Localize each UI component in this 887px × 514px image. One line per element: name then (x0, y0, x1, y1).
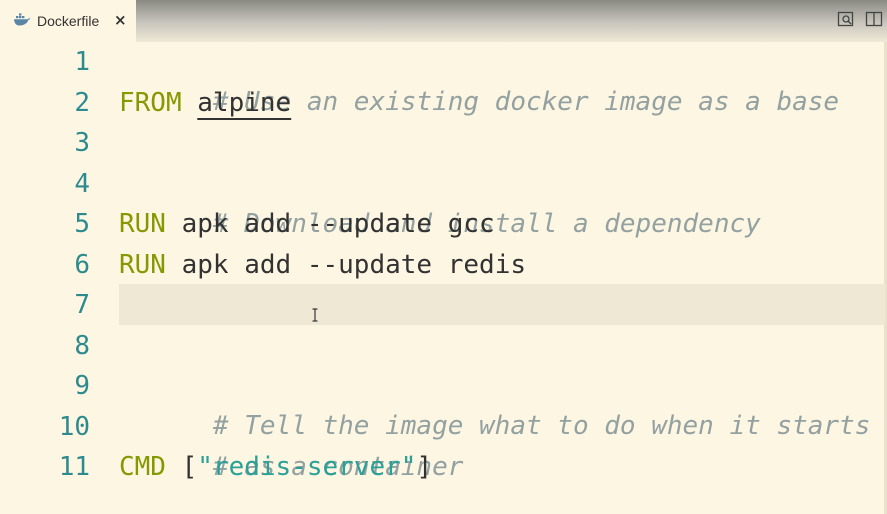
line-number: 6 (74, 249, 90, 280)
line-number: 5 (74, 209, 90, 239)
keyword: RUN (119, 249, 166, 280)
keyword: RUN (119, 209, 166, 239)
line-number: 2 (74, 87, 90, 118)
code-editor[interactable]: 1 # Use an existing docker image as a ba… (0, 42, 887, 514)
line-number: 10 (58, 411, 90, 442)
text-cursor-icon (312, 308, 318, 322)
line-number: 7 (74, 290, 90, 320)
line-number: 11 (58, 452, 90, 482)
keyword: FROM (119, 87, 182, 118)
command-arg: apk add --update gcc (181, 209, 495, 239)
code-line-11[interactable]: CMD ["redis-server"] (119, 447, 432, 487)
line-number: 4 (74, 168, 90, 199)
base-image-arg: alpine (197, 87, 292, 118)
comment-text: # Use an existing docker image as a base (212, 87, 840, 117)
docker-whale-icon (14, 13, 31, 26)
open-preview-icon[interactable] (837, 10, 855, 28)
tab-bar: Dockerfile × (0, 0, 887, 42)
line-number: 8 (74, 330, 90, 361)
close-icon[interactable]: × (114, 10, 127, 30)
string-literal: "redis-server" (197, 452, 417, 482)
keyword: CMD (119, 452, 166, 482)
editor-window: Dockerfile × 1 # Use an existing docker … (0, 0, 887, 514)
command-arg: apk add --update redis (181, 249, 526, 280)
code-line-6[interactable]: RUN apk add --update redis (119, 245, 526, 285)
line-number: 1 (74, 47, 90, 77)
code-line-2[interactable]: FROM alpine (119, 83, 291, 123)
current-line-highlight[interactable] (119, 284, 885, 325)
editor-actions (827, 10, 887, 32)
bracket-close: ] (416, 452, 433, 482)
bracket-open: [ (181, 452, 198, 482)
tab-dockerfile[interactable]: Dockerfile × (0, 0, 136, 42)
line-number: 3 (74, 128, 90, 158)
code-line-5[interactable]: RUN apk add --update gcc (119, 204, 495, 244)
tab-label: Dockerfile (37, 13, 100, 29)
split-editor-icon[interactable] (865, 10, 883, 28)
line-number: 9 (74, 371, 90, 401)
